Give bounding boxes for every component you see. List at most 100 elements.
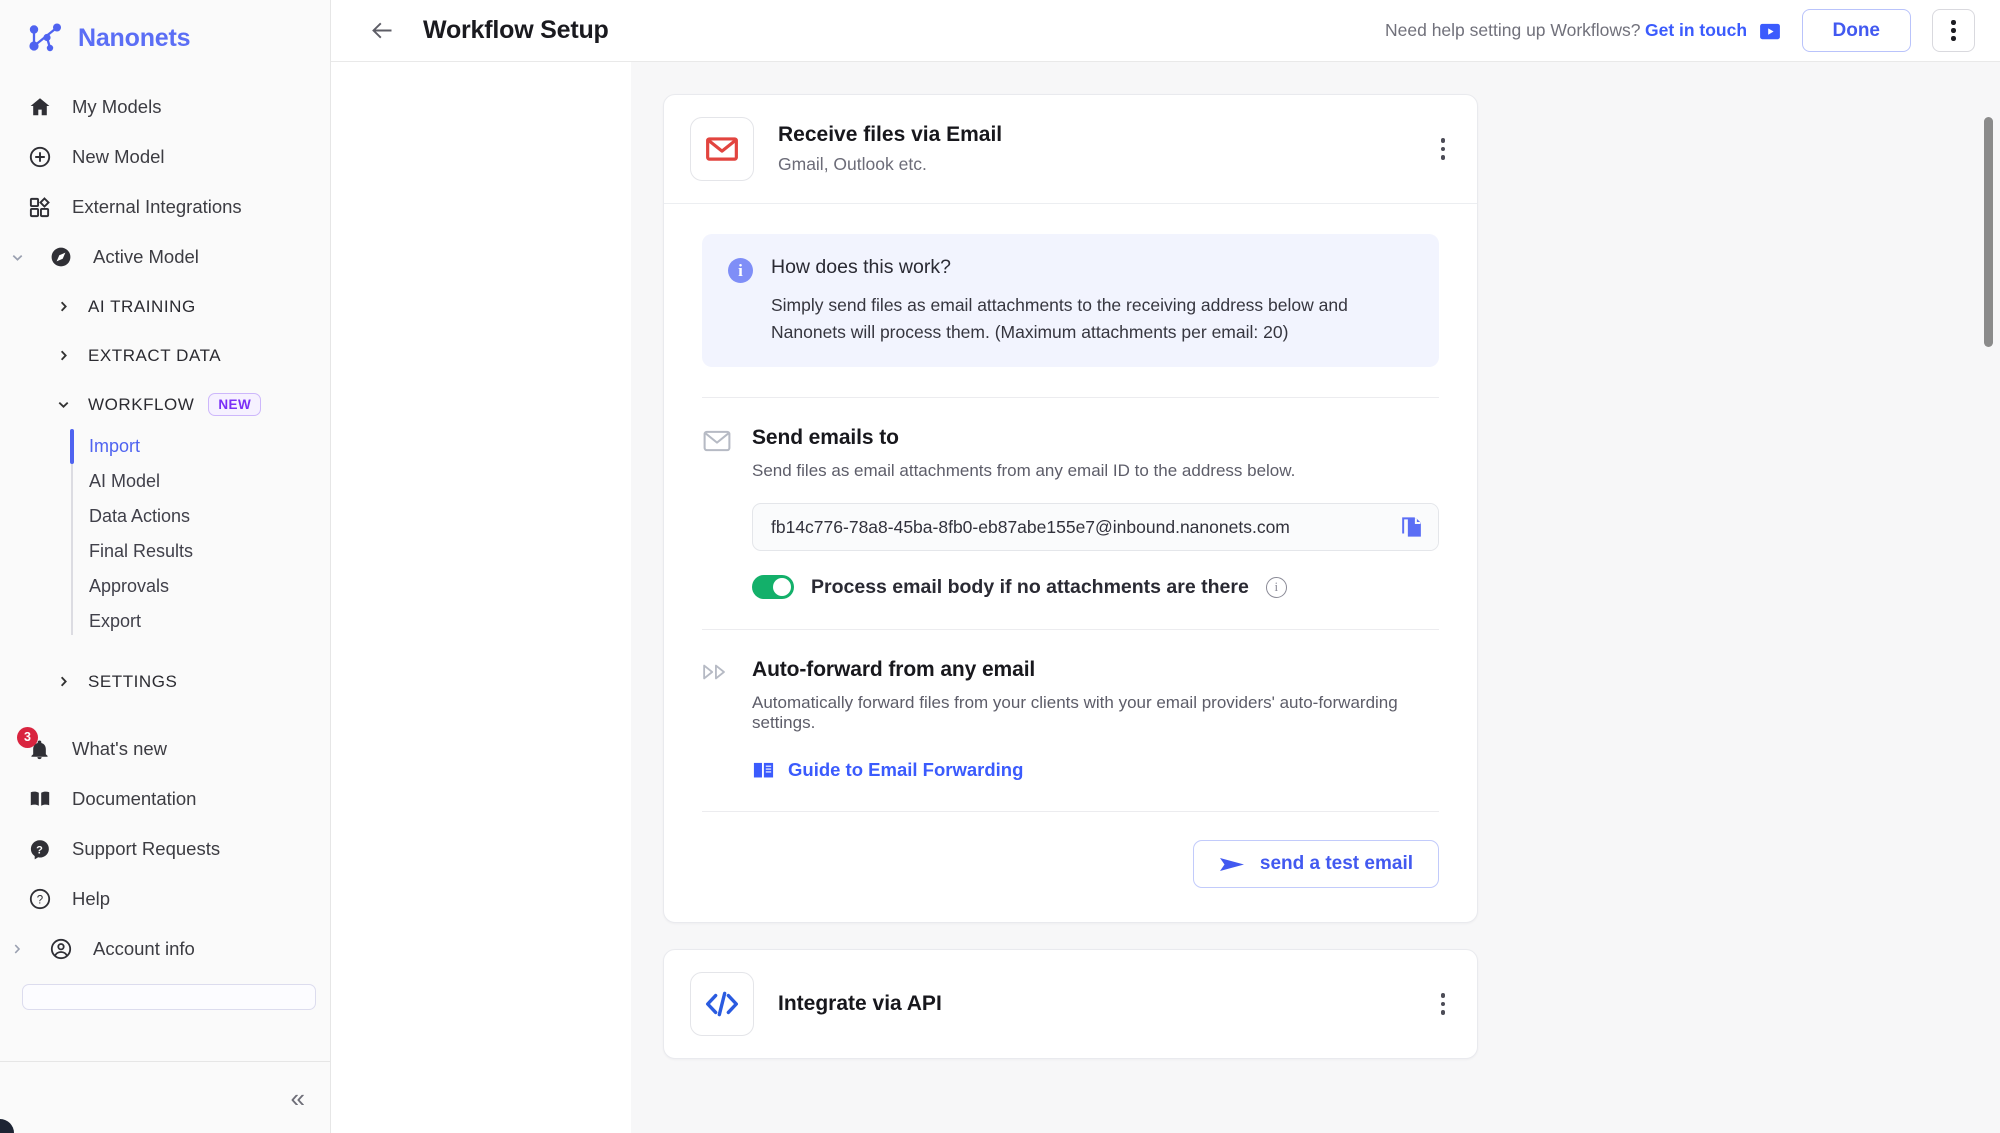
account-circle-icon (47, 936, 74, 963)
brand-name: Nanonets (78, 23, 191, 52)
sidebar-item-new-model[interactable]: New Model (0, 132, 330, 182)
main-area: Workflow Setup Need help setting up Work… (331, 0, 2000, 1133)
sidebar-group-settings[interactable]: SETTINGS (0, 657, 330, 706)
card-subtitle: Gmail, Outlook etc. (778, 154, 927, 174)
done-button[interactable]: Done (1801, 9, 1911, 52)
receive-files-via-email-card: Receive files via Email Gmail, Outlook e… (663, 94, 1478, 924)
topbar: Workflow Setup Need help setting up Work… (331, 0, 2000, 62)
card-more-button[interactable] (1435, 132, 1452, 166)
send-test-email-label: send a test email (1259, 853, 1413, 875)
section-description: Send files as email attachments from any… (752, 461, 1296, 481)
guide-to-email-forwarding-link[interactable]: Guide to Email Forwarding (752, 759, 1439, 781)
sidebar-item-label: Support Requests (72, 838, 221, 859)
sidebar-subitem-label: AI Model (89, 471, 161, 491)
sidebar-item-export[interactable]: Export (71, 604, 330, 639)
chevron-right-icon[interactable] (52, 348, 74, 363)
card-body: i How does this work? Simply send files … (664, 204, 1477, 922)
sidebar-item-label: Active Model (93, 246, 199, 267)
more-vertical-icon (1951, 20, 1956, 41)
sidebar-nav: My Models New Model External Integration… (0, 76, 330, 1010)
get-in-touch-link[interactable]: Get in touch (1645, 20, 1747, 40)
sidebar-item-label: Help (72, 888, 111, 909)
sidebar-group-extract-data[interactable]: EXTRACT DATA (0, 331, 330, 380)
sidebar-item-external-integrations[interactable]: External Integrations (0, 182, 330, 232)
process-email-body-toggle-row: Process email body if no attachments are… (752, 575, 1439, 600)
sidebar-group-workflow[interactable]: WORKFLOW NEW (0, 380, 330, 429)
info-body: Simply send files as email attachments t… (771, 295, 1348, 342)
card-more-button[interactable] (1435, 987, 1452, 1021)
sidebar-item-approvals[interactable]: Approvals (71, 569, 330, 604)
topbar-more-button[interactable] (1932, 9, 1975, 52)
card-header: Receive files via Email Gmail, Outlook e… (664, 95, 1477, 203)
sidebar-group-ai-training[interactable]: AI TRAINING (0, 282, 330, 331)
sidebar-item-import[interactable]: Import (70, 429, 330, 464)
sidebar-item-account-info[interactable]: Account info (0, 924, 330, 974)
chevron-down-icon[interactable] (6, 250, 28, 265)
book-icon (26, 786, 53, 813)
card-footer-actions: send a test email (702, 840, 1439, 889)
sidebar-subitem-label: Final Results (89, 541, 194, 561)
chevron-right-icon[interactable] (52, 674, 74, 689)
sidebar-item-final-results[interactable]: Final Results (71, 534, 330, 569)
card-header-text: Integrate via API (778, 992, 942, 1016)
section-title: Auto-forward from any email (752, 658, 1036, 682)
book-open-icon (752, 760, 774, 780)
sidebar-item-documentation[interactable]: Documentation (0, 774, 330, 824)
question-circle-icon: ? (26, 886, 53, 913)
receiving-email-field[interactable]: fb14c776-78a8-45ba-8fb0-eb87abe155e7@inb… (752, 503, 1439, 552)
info-icon: i (728, 258, 753, 283)
topbar-actions: Need help setting up Workflows? Get in t… (1385, 9, 1975, 52)
receiving-email-value: fb14c776-78a8-45ba-8fb0-eb87abe155e7@inb… (771, 516, 1290, 537)
sidebar-subitem-label: Data Actions (89, 506, 191, 526)
vertical-scrollbar[interactable] (1984, 62, 1993, 1133)
sidebar: Nanonets My Models New Model External In (0, 0, 331, 1133)
section-description: Automatically forward files from your cl… (752, 693, 1398, 733)
app-root: Nanonets My Models New Model External In (0, 0, 2000, 1133)
sidebar-item-label: My Models (72, 96, 162, 117)
process-email-body-toggle[interactable] (752, 575, 794, 600)
notification-count-badge: 3 (17, 726, 38, 748)
sidebar-footer: « (0, 1061, 330, 1133)
home-icon (26, 94, 53, 121)
sidebar-item-whats-new[interactable]: 3 What's new (0, 724, 330, 774)
info-title: How does this work? (771, 256, 951, 278)
scrollbar-thumb[interactable] (1984, 117, 1993, 347)
sidebar-item-data-actions[interactable]: Data Actions (71, 499, 330, 534)
brand[interactable]: Nanonets (0, 0, 330, 76)
integrations-grid-icon (26, 194, 53, 221)
chat-bubble-icon[interactable] (1759, 23, 1781, 41)
sidebar-item-ai-model[interactable]: AI Model (71, 464, 330, 499)
sidebar-item-active-model[interactable]: Active Model (0, 232, 330, 282)
divider (702, 811, 1439, 813)
double-chevron-left-icon[interactable]: « (291, 1085, 305, 1111)
sidebar-item-label: External Integrations (72, 196, 242, 217)
card-column: Receive files via Email Gmail, Outlook e… (663, 94, 1478, 1060)
sidebar-item-support-requests[interactable]: ? Support Requests (0, 824, 330, 874)
chevron-right-icon[interactable] (52, 299, 74, 314)
section-title: Send emails to (752, 426, 899, 450)
section-body: Auto-forward from any email Automaticall… (752, 658, 1439, 781)
code-brackets-icon (690, 972, 754, 1037)
sidebar-group-label: SETTINGS (88, 671, 178, 691)
card-header-text: Receive files via Email Gmail, Outlook e… (778, 123, 1002, 175)
arrow-left-icon[interactable] (367, 16, 397, 46)
chevron-down-icon[interactable] (52, 397, 74, 412)
guide-link-label: Guide to Email Forwarding (788, 759, 1024, 781)
info-circle-icon[interactable]: i (1265, 576, 1287, 598)
workflow-canvas: Receive files via Email Gmail, Outlook e… (631, 62, 2000, 1133)
gmail-envelope-icon (690, 117, 754, 181)
status-badge-new: NEW (208, 393, 262, 416)
sidebar-subitem-label: Export (89, 611, 142, 631)
sidebar-group-label: WORKFLOW (88, 394, 195, 414)
send-plane-icon (1219, 854, 1244, 875)
sidebar-item-my-models[interactable]: My Models (0, 82, 330, 132)
chevron-right-icon[interactable] (6, 942, 28, 956)
compass-icon (47, 244, 74, 271)
sidebar-subitem-label: Approvals (89, 576, 170, 596)
fast-forward-icon (702, 658, 732, 781)
how-it-works-info-box: i How does this work? Simply send files … (702, 234, 1439, 368)
sidebar-item-help[interactable]: ? Help (0, 874, 330, 924)
send-test-email-button[interactable]: send a test email (1192, 840, 1439, 889)
sidebar-workflow-subnav: Import AI Model Data Actions Final Resul… (70, 429, 330, 639)
copy-icon[interactable] (1384, 504, 1438, 551)
